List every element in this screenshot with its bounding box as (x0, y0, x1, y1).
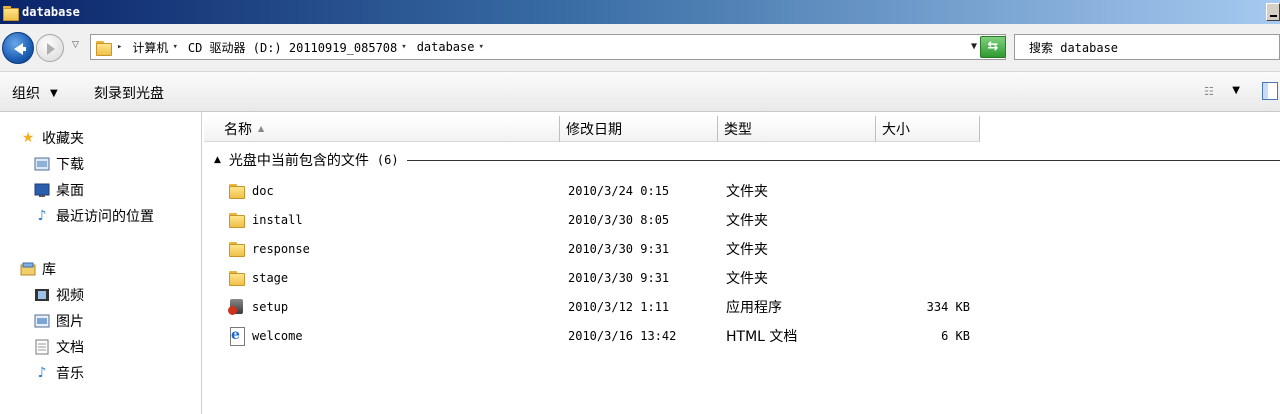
nav-libraries[interactable]: 库 (20, 259, 56, 279)
file-row-doc[interactable]: doc 2010/3/24 0:15 文件夹 (204, 176, 1280, 205)
folder-icon (95, 39, 112, 56)
address-row: ▽ ▸ 计算机 ▾ CD 驱动器 (D:) 20110919_085708 ▾ … (0, 24, 1280, 72)
pictures-icon (34, 313, 50, 329)
star-icon: ★ (21, 130, 35, 146)
nav-favorites[interactable]: ★ 收藏夹 (20, 128, 84, 148)
file-row-response[interactable]: response 2010/3/30 9:31 文件夹 (204, 234, 1280, 263)
group-header[interactable]: ▲ 光盘中当前包含的文件 (6) (214, 150, 1280, 170)
html-document-icon (228, 326, 246, 346)
chevron-down-icon[interactable]: ▾ (172, 42, 177, 52)
navigation-pane: ★ 收藏夹 下载 桌面 ♪ 最近访问的位置 库 视频 图片 文档 ♪ 音乐 (0, 112, 202, 414)
organize-button[interactable]: 组织 ▼ (12, 83, 58, 103)
file-row-setup[interactable]: setup 2010/3/12 1:11 应用程序 334 KB (204, 292, 1280, 321)
breadcrumb-cd-drive[interactable]: CD 驱动器 (D:) 20110919_085708 ▾ (188, 39, 411, 56)
nav-item-music[interactable]: ♪ 音乐 (34, 363, 84, 383)
forward-arrow-icon (47, 43, 55, 55)
sort-ascending-icon: ▲ (258, 124, 265, 133)
recent-pages-chevron-icon[interactable]: ▽ (72, 39, 84, 51)
chevron-down-icon[interactable]: ▾ (478, 42, 483, 52)
breadcrumb-computer[interactable]: 计算机 ▾ (132, 39, 181, 56)
back-arrow-icon (14, 43, 26, 55)
chevron-down-icon: ▼ (50, 87, 58, 99)
address-history-dropdown-icon[interactable]: ▼ (971, 41, 977, 52)
folder-icon (2, 4, 19, 21)
nav-item-videos[interactable]: 视频 (34, 285, 84, 305)
refresh-icon: ⇆ (987, 39, 999, 54)
library-icon (20, 261, 36, 277)
file-list: 名称 ▲ 修改日期 类型 大小 ▲ 光盘中当前包含的文件 (6) doc 2010… (204, 112, 1280, 414)
column-size[interactable]: 大小 (876, 116, 980, 142)
column-name[interactable]: 名称 ▲ (204, 116, 560, 142)
title-bar: database (0, 0, 1280, 24)
music-icon: ♪ (37, 365, 47, 381)
downloads-icon (34, 156, 50, 172)
collapse-triangle-icon[interactable]: ▲ (214, 155, 221, 165)
burn-to-disc-button[interactable]: 刻录到光盘 (94, 83, 164, 103)
chevron-right-icon[interactable]: ▸ (117, 42, 122, 52)
file-row-install[interactable]: install 2010/3/30 8:05 文件夹 (204, 205, 1280, 234)
folder-icon (228, 269, 246, 287)
minimize-button[interactable] (1266, 3, 1280, 21)
application-icon (228, 298, 246, 316)
column-date-modified[interactable]: 修改日期 (560, 116, 718, 142)
nav-item-recent-places[interactable]: ♪ 最近访问的位置 (34, 206, 154, 226)
desktop-icon (34, 182, 50, 198)
folder-icon (228, 240, 246, 258)
folder-icon (228, 211, 246, 229)
chevron-down-icon[interactable]: ▾ (401, 42, 406, 52)
address-bar[interactable]: ▸ 计算机 ▾ CD 驱动器 (D:) 20110919_085708 ▾ da… (90, 34, 1006, 60)
back-button[interactable] (2, 32, 34, 64)
video-icon (34, 287, 50, 303)
search-input[interactable]: 搜索 database (1014, 34, 1280, 60)
nav-item-documents[interactable]: 文档 (34, 337, 84, 357)
column-header: 名称 ▲ 修改日期 类型 大小 (204, 116, 980, 142)
nav-item-pictures[interactable]: 图片 (34, 311, 84, 331)
file-row-stage[interactable]: stage 2010/3/30 9:31 文件夹 (204, 263, 1280, 292)
nav-item-desktop[interactable]: 桌面 (34, 180, 84, 200)
refresh-button[interactable]: ⇆ (980, 36, 1006, 58)
column-type[interactable]: 类型 (718, 116, 876, 142)
file-row-welcome[interactable]: welcome 2010/3/16 13:42 HTML 文档 6 KB (204, 321, 1280, 350)
recent-places-icon: ♪ (37, 208, 47, 224)
breadcrumb-database[interactable]: database ▾ (417, 40, 488, 54)
command-bar: 组织 ▼ 刻录到光盘 ☷ ▼ (0, 72, 1280, 112)
preview-pane-icon[interactable] (1262, 82, 1278, 100)
window-title: database (22, 5, 80, 19)
chevron-down-icon[interactable]: ▼ (1232, 85, 1240, 96)
nav-item-downloads[interactable]: 下载 (34, 154, 84, 174)
view-options-icon[interactable]: ☷ (1204, 85, 1220, 99)
forward-button[interactable] (36, 34, 64, 62)
documents-icon (34, 339, 50, 355)
folder-icon (228, 182, 246, 200)
